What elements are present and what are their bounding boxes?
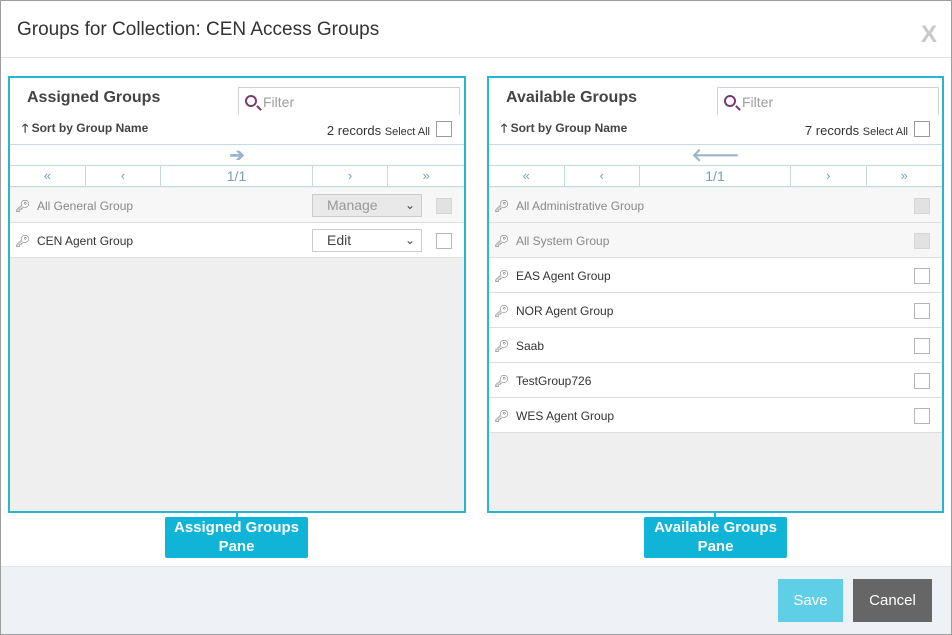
search-icon bbox=[245, 95, 257, 107]
group-name: All Administrative Group bbox=[516, 199, 645, 213]
key-icon: 🔑︎ bbox=[494, 374, 510, 388]
key-icon: 🔑︎ bbox=[494, 269, 510, 283]
role-value: Manage bbox=[327, 197, 378, 213]
assigned-filter-input[interactable] bbox=[263, 92, 453, 112]
page-indicator: 1/1 bbox=[161, 166, 313, 186]
assigned-pane-header: Assigned Groups 🡑 Sort by Group Name 2 r… bbox=[10, 78, 464, 144]
close-icon[interactable]: X bbox=[921, 21, 937, 49]
key-icon: 🔑︎ bbox=[494, 304, 510, 318]
dialog-footer: Save Cancel bbox=[1, 566, 951, 634]
available-select-all-checkbox[interactable] bbox=[914, 121, 930, 137]
group-name: All General Group bbox=[37, 199, 134, 213]
assigned-select-all-label: Select All bbox=[384, 126, 430, 138]
table-row[interactable]: 🔑︎ NOR Agent Group bbox=[489, 293, 942, 328]
table-row[interactable]: 🔑︎ Saab bbox=[489, 328, 942, 363]
assigned-sort-label: Sort by Group Name bbox=[31, 121, 149, 135]
groups-dialog: Groups for Collection: CEN Access Groups… bbox=[0, 0, 952, 635]
key-icon: 🔑︎ bbox=[15, 234, 31, 248]
table-row: 🔑︎ All System Group bbox=[489, 223, 942, 258]
last-page-button[interactable]: » bbox=[867, 166, 943, 186]
available-records: 7 records Select All bbox=[805, 123, 908, 138]
group-name: WES Agent Group bbox=[516, 409, 615, 423]
row-checkbox[interactable] bbox=[436, 233, 452, 249]
assigned-select-all-checkbox[interactable] bbox=[436, 121, 452, 137]
assigned-list: 🔑︎ All General Group Manage ⌄ 🔑︎ CEN Agen… bbox=[10, 188, 464, 258]
row-checkbox[interactable] bbox=[914, 338, 930, 354]
dialog-header: Groups for Collection: CEN Access Groups… bbox=[1, 1, 951, 58]
available-filter-input[interactable] bbox=[742, 92, 932, 112]
assigned-pane-title: Assigned Groups bbox=[27, 89, 161, 106]
arrow-up-icon: 🡑 bbox=[22, 121, 29, 135]
key-icon: 🔑︎ bbox=[494, 199, 510, 213]
assigned-records: 2 records Select All bbox=[327, 123, 430, 138]
group-name: CEN Agent Group bbox=[37, 234, 134, 248]
assigned-pane-callout: Assigned Groups Pane bbox=[165, 517, 308, 558]
search-icon bbox=[724, 95, 736, 107]
dialog-title: Groups for Collection: CEN Access Groups bbox=[17, 19, 380, 40]
prev-page-button[interactable]: ‹ bbox=[565, 166, 640, 186]
move-right-button[interactable]: ➔ bbox=[10, 144, 464, 166]
chevron-down-icon: ⌄ bbox=[404, 233, 415, 247]
assigned-pager: « ‹ 1/1 › » bbox=[10, 166, 464, 187]
table-row[interactable]: 🔑︎ TestGroup726 bbox=[489, 363, 942, 398]
key-icon: 🔑︎ bbox=[494, 409, 510, 423]
available-groups-pane: Available Groups 🡑 Sort by Group Name 7 … bbox=[487, 76, 944, 513]
next-page-button[interactable]: › bbox=[313, 166, 389, 186]
move-left-button[interactable]: 🡐 bbox=[489, 144, 942, 166]
available-pager: « ‹ 1/1 › » bbox=[489, 166, 942, 187]
available-filter[interactable] bbox=[717, 87, 939, 115]
role-select: Manage ⌄ bbox=[312, 194, 422, 217]
chevron-down-icon: ⌄ bbox=[404, 198, 415, 212]
table-row: 🔑︎ All General Group Manage ⌄ bbox=[10, 188, 464, 223]
row-checkbox[interactable] bbox=[914, 303, 930, 319]
available-select-all-label: Select All bbox=[862, 126, 908, 138]
row-checkbox bbox=[436, 198, 452, 214]
group-name: All System Group bbox=[516, 234, 610, 248]
next-page-button[interactable]: › bbox=[791, 166, 867, 186]
row-checkbox[interactable] bbox=[914, 268, 930, 284]
arrow-up-icon: 🡑 bbox=[501, 121, 508, 135]
last-page-button[interactable]: » bbox=[388, 166, 464, 186]
row-checkbox[interactable] bbox=[914, 408, 930, 424]
group-name: EAS Agent Group bbox=[516, 269, 611, 283]
first-page-button[interactable]: « bbox=[489, 166, 565, 186]
available-record-count: 7 records bbox=[804, 123, 860, 138]
prev-page-button[interactable]: ‹ bbox=[86, 166, 162, 186]
available-sort-label: Sort by Group Name bbox=[510, 121, 628, 135]
assigned-filter[interactable] bbox=[238, 87, 460, 115]
key-icon: 🔑︎ bbox=[494, 234, 510, 248]
table-row: 🔑︎ All Administrative Group bbox=[489, 188, 942, 223]
first-page-button[interactable]: « bbox=[10, 166, 86, 186]
available-list: 🔑︎ All Administrative Group 🔑︎ All Syste… bbox=[489, 188, 942, 433]
group-name: TestGroup726 bbox=[516, 374, 592, 388]
group-name: Saab bbox=[516, 339, 545, 353]
available-sort-button[interactable]: 🡑 Sort by Group Name bbox=[501, 119, 627, 140]
assigned-sort-button[interactable]: 🡑 Sort by Group Name bbox=[22, 119, 148, 140]
row-checkbox bbox=[914, 233, 930, 249]
key-icon: 🔑︎ bbox=[494, 339, 510, 353]
key-icon: 🔑︎ bbox=[15, 199, 31, 213]
table-row[interactable]: 🔑︎ CEN Agent Group Edit ⌄ bbox=[10, 223, 464, 258]
assigned-record-count: 2 records bbox=[326, 123, 382, 138]
table-row[interactable]: 🔑︎ WES Agent Group bbox=[489, 398, 942, 433]
row-checkbox bbox=[914, 198, 930, 214]
available-pane-title: Available Groups bbox=[506, 89, 637, 106]
cancel-button[interactable]: Cancel bbox=[853, 579, 932, 622]
available-pane-header: Available Groups 🡑 Sort by Group Name 7 … bbox=[489, 78, 942, 144]
arrow-left-icon: 🡐 bbox=[691, 145, 740, 165]
available-pane-callout: Available Groups Pane bbox=[644, 517, 787, 558]
group-name: NOR Agent Group bbox=[516, 304, 614, 318]
table-row[interactable]: 🔑︎ EAS Agent Group bbox=[489, 258, 942, 293]
save-button[interactable]: Save bbox=[778, 579, 843, 622]
arrow-right-icon: ➔ bbox=[229, 145, 245, 165]
role-value: Edit bbox=[327, 232, 352, 248]
assigned-groups-pane: Assigned Groups 🡑 Sort by Group Name 2 r… bbox=[8, 76, 466, 513]
role-select[interactable]: Edit ⌄ bbox=[312, 229, 422, 252]
page-indicator: 1/1 bbox=[640, 166, 791, 186]
row-checkbox[interactable] bbox=[914, 373, 930, 389]
